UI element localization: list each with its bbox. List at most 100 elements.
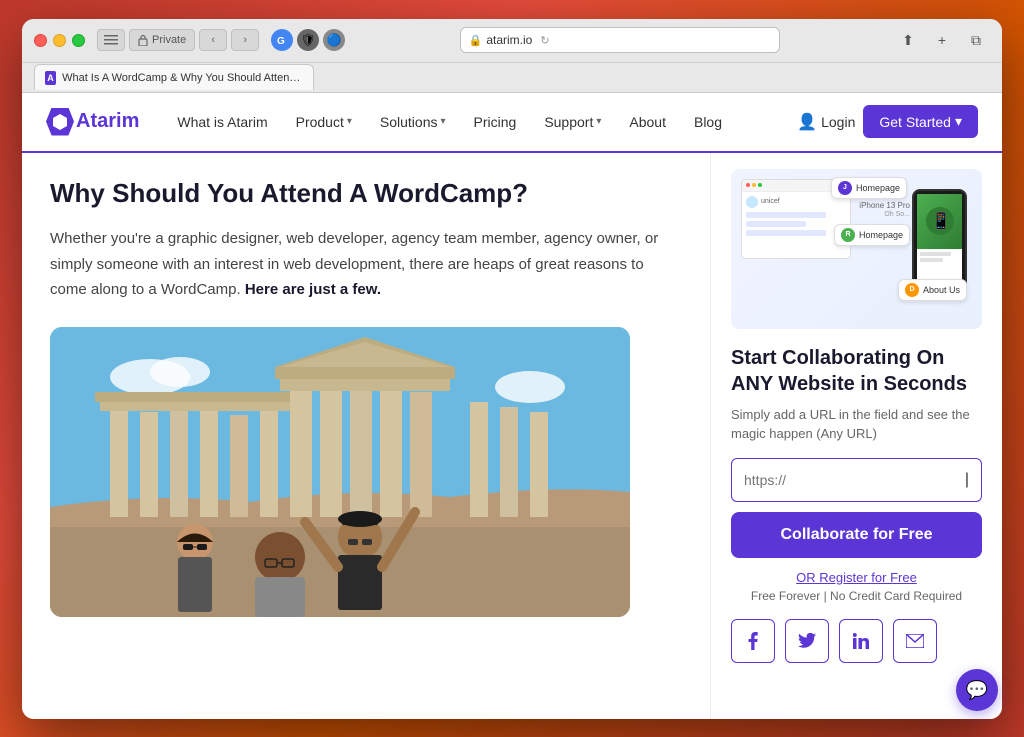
login-button[interactable]: 👤 Login [797,112,855,132]
social-icons [731,619,982,663]
logo[interactable]: Atarim [46,108,139,136]
phone-image: 📱 [917,194,962,249]
tabs-icon[interactable]: ⧉ [962,29,990,51]
page-description: Whether you're a graphic designer, web d… [50,226,682,303]
page-title: Why Should You Attend A WordCamp? [50,177,682,211]
lock-icon: 🔒 [469,34,483,47]
url-bar[interactable]: 🔒 atarim.io ↻ [460,27,780,53]
nav-label-support: Support [544,114,593,130]
share-icon[interactable]: ⬆ [894,29,922,51]
nav-item-blog[interactable]: Blog [680,93,736,152]
nav-label-blog: Blog [694,114,722,130]
collaborate-button[interactable]: Collaborate for Free [731,512,982,558]
extension-icon: 🔵 [323,29,345,51]
comment-bubble-robert: R Homepage [834,224,910,246]
comment-bubble-daniel: D About Us [898,279,967,301]
solutions-chevron-icon: ▾ [440,116,445,127]
url-text: atarim.io [486,33,532,47]
chat-bubble-button[interactable]: 💬 [956,669,998,711]
add-tab-icon[interactable]: + [928,29,956,51]
private-label: Private [152,34,186,46]
logo-a: A [76,110,90,132]
logo-text: Atarim [76,110,139,133]
page-content: Atarim What is Atarim Product ▾ Solution… [22,93,1002,719]
title-bar-right: ⬆ + ⧉ [894,29,990,51]
nav-label-about: About [629,114,666,130]
register-link[interactable]: OR Register for Free [731,570,982,585]
sidebar-preview: unicef 📱 [731,169,982,329]
maximize-button[interactable] [72,34,85,47]
sidebar-cta-desc: Simply add a URL in the field and see th… [731,405,982,444]
sidebar-toggle[interactable] [97,29,125,51]
nav-label-solutions: Solutions [380,114,438,130]
nav-label-what-is-atarim: What is Atarim [177,114,267,130]
url-input-display: | [731,458,982,502]
comment-bubble-janis: J Homepage [831,177,907,199]
reload-icon[interactable]: ↻ [540,34,549,47]
svg-text:G: G [277,36,285,46]
get-started-button[interactable]: Get Started ▾ [863,105,978,138]
nav-item-about[interactable]: About [615,93,680,152]
phone-line-2 [920,258,943,262]
linkedin-icon[interactable] [839,619,883,663]
url-bar-area: 🔒 atarim.io ↻ [361,27,878,53]
google-icon: G [271,29,293,51]
nav-item-product[interactable]: Product ▾ [282,93,366,152]
description-bold: Here are just a few. [245,281,381,298]
shield-icon: 🛡 [297,29,319,51]
mockup-dot-yellow [752,183,756,187]
traffic-lights [34,34,85,47]
email-icon[interactable] [893,619,937,663]
mockup-line-1 [746,212,826,218]
nav-item-pricing[interactable]: Pricing [460,93,531,152]
url-input-field[interactable] [744,472,961,488]
get-started-label: Get Started [879,114,951,130]
nav: Atarim What is Atarim Product ▾ Solution… [22,93,1002,153]
facebook-icon[interactable] [731,619,775,663]
forward-button[interactable]: › [231,29,259,51]
product-chevron-icon: ▾ [347,116,352,127]
cursor-icon: | [965,471,969,489]
logo-icon [46,108,74,136]
twitter-icon[interactable] [785,619,829,663]
nav-item-support[interactable]: Support ▾ [530,93,615,152]
right-sidebar: unicef 📱 [710,153,1002,719]
title-bar: Private ‹ › G 🛡 🔵 🔒 atarim.io ↻ ⬆ + ⧉ [22,19,1002,63]
hero-image [50,327,630,617]
login-label: Login [821,114,855,130]
tab-bar: A What Is A WordCamp & Why You Should At… [22,63,1002,93]
back-button[interactable]: ‹ [199,29,227,51]
nav-controls: Private ‹ › [97,29,259,51]
main-content-area: Why Should You Attend A WordCamp? Whethe… [22,153,1002,719]
nav-item-solutions[interactable]: Solutions ▾ [366,93,460,152]
phone-text-area [917,249,962,267]
close-button[interactable] [34,34,47,47]
preview-phone-mockup: 📱 [912,189,967,289]
get-started-chevron-icon: ▾ [955,113,962,130]
comment-text-2: Homepage [859,230,903,240]
mockup-line-2 [746,221,806,227]
nav-label-product: Product [296,114,344,130]
comment-text-1: Homepage [856,183,900,193]
private-badge: Private [129,29,195,51]
tab-favicon: A [45,71,56,85]
tab-title: What Is A WordCamp & Why You Should Atte… [62,72,303,84]
comment-avatar-d: D [905,283,919,297]
iphone-label: iPhone 13 Pro [859,201,910,210]
comment-avatar-j: J [838,181,852,195]
support-chevron-icon: ▾ [596,116,601,127]
mockup-dot-green [758,183,762,187]
nav-item-what-is-atarim[interactable]: What is Atarim [163,93,281,152]
mockup-dot-red [746,183,750,187]
minimize-button[interactable] [53,34,66,47]
logo-name: tarim [90,110,139,132]
sidebar-cta-title: Start Collaborating On ANY Website in Se… [731,345,982,397]
active-tab[interactable]: A What Is A WordCamp & Why You Should At… [34,64,314,90]
phone-screen: 📱 [917,194,962,284]
user-icon: 👤 [797,112,817,132]
svg-text:📱: 📱 [931,211,951,230]
left-content: Why Should You Attend A WordCamp? Whethe… [22,153,710,719]
comment-avatar-r: R [841,228,855,242]
extension-icons: G 🛡 🔵 [271,29,345,51]
browser-window: Private ‹ › G 🛡 🔵 🔒 atarim.io ↻ ⬆ + ⧉ [22,19,1002,719]
